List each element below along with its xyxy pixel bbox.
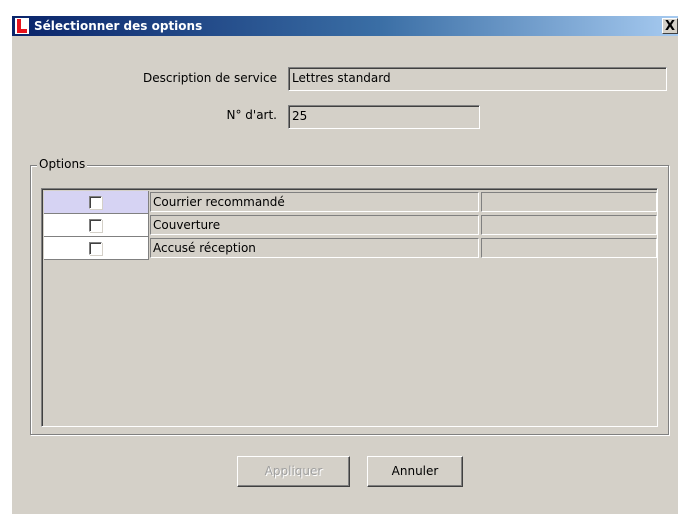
article-number-label: N° d'art. bbox=[226, 108, 277, 122]
table-row[interactable]: Courrier recommandé bbox=[44, 191, 657, 214]
checkbox-cell[interactable] bbox=[44, 237, 149, 260]
description-label: Description de service bbox=[143, 71, 277, 85]
window-title: Sélectionner des options bbox=[34, 19, 203, 33]
table-row[interactable]: Accusé réception bbox=[44, 237, 657, 260]
title-bar[interactable]: Sélectionner des options bbox=[12, 16, 678, 36]
option-extra-cell[interactable] bbox=[481, 238, 657, 258]
option-label[interactable]: Accusé réception bbox=[150, 238, 479, 258]
option-label[interactable]: Couverture bbox=[150, 215, 479, 235]
checkbox-cell[interactable] bbox=[44, 214, 149, 237]
options-group: Options Courrier recommandé Couverture A… bbox=[30, 157, 669, 435]
option-label[interactable]: Courrier recommandé bbox=[150, 192, 479, 212]
options-legend: Options bbox=[37, 157, 88, 171]
app-logo-icon bbox=[15, 18, 29, 34]
description-field[interactable]: Lettres standard bbox=[288, 67, 667, 91]
couverture-checkbox[interactable] bbox=[89, 219, 102, 232]
accuse-reception-checkbox[interactable] bbox=[89, 242, 102, 255]
options-table[interactable]: Courrier recommandé Couverture Accusé ré… bbox=[41, 188, 658, 427]
cancel-button[interactable]: Annuler bbox=[367, 456, 463, 487]
options-dialog: Sélectionner des options X Description d… bbox=[11, 15, 678, 514]
courrier-recommande-checkbox[interactable] bbox=[89, 196, 102, 209]
table-row[interactable]: Couverture bbox=[44, 214, 657, 237]
article-number-field[interactable]: 25 bbox=[288, 105, 480, 129]
checkbox-cell[interactable] bbox=[44, 191, 149, 214]
option-extra-cell[interactable] bbox=[481, 215, 657, 235]
apply-button[interactable]: Appliquer bbox=[237, 456, 350, 487]
close-button[interactable]: X bbox=[662, 18, 678, 34]
option-extra-cell[interactable] bbox=[481, 192, 657, 212]
